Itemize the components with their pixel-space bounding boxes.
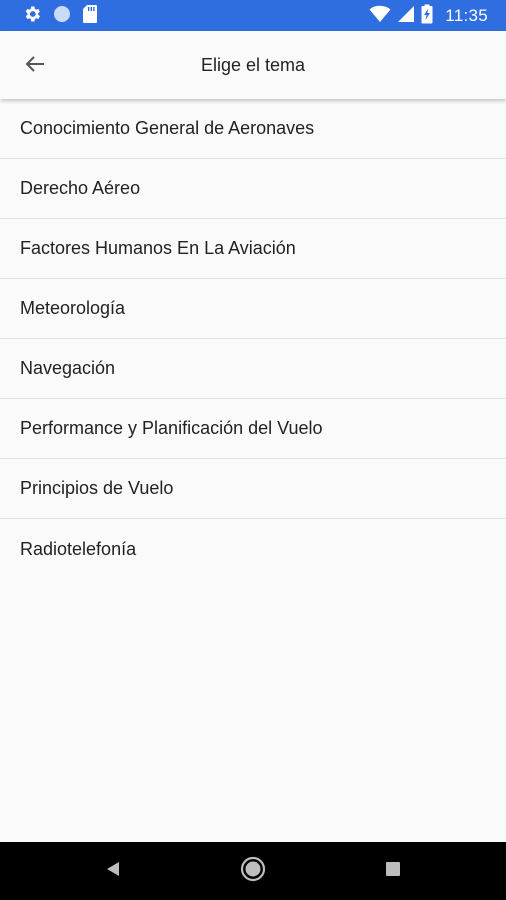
sd-card-icon	[82, 4, 98, 29]
navigation-bar	[0, 842, 506, 900]
screen: 11:35 Elige el tema Conocimiento General…	[0, 0, 506, 900]
home-circle-icon	[240, 856, 266, 887]
recents-square-icon	[384, 860, 402, 883]
back-triangle-icon	[104, 860, 122, 883]
toolbar: Elige el tema	[0, 31, 506, 99]
list-item[interactable]: Principios de Vuelo	[0, 459, 506, 519]
list-item[interactable]: Meteorología	[0, 279, 506, 339]
battery-charging-icon	[421, 4, 433, 29]
list-item[interactable]: Radiotelefonía	[0, 519, 506, 579]
nav-back-button[interactable]	[96, 854, 130, 888]
topic-list: Conocimiento General de Aeronaves Derech…	[0, 99, 506, 579]
signal-icon	[397, 5, 415, 28]
status-time: 11:35	[445, 6, 488, 25]
page-title: Elige el tema	[200, 54, 306, 75]
status-left-icons	[22, 4, 98, 29]
list-item[interactable]: Factores Humanos En La Aviación	[0, 219, 506, 279]
circle-icon	[52, 4, 72, 29]
gear-icon	[22, 4, 42, 29]
list-item[interactable]: Conocimiento General de Aeronaves	[0, 99, 506, 159]
list-item[interactable]: Navegación	[0, 339, 506, 399]
nav-recents-button[interactable]	[376, 854, 410, 888]
list-item[interactable]: Performance y Planificación del Vuelo	[0, 399, 506, 459]
wifi-icon	[369, 5, 391, 28]
status-right-icons: 11:35	[369, 4, 488, 28]
arrow-left-icon	[23, 52, 47, 81]
list-item[interactable]: Derecho Aéreo	[0, 159, 506, 219]
back-button[interactable]	[18, 49, 52, 83]
nav-home-button[interactable]	[236, 854, 270, 888]
status-bar: 11:35	[0, 0, 506, 31]
